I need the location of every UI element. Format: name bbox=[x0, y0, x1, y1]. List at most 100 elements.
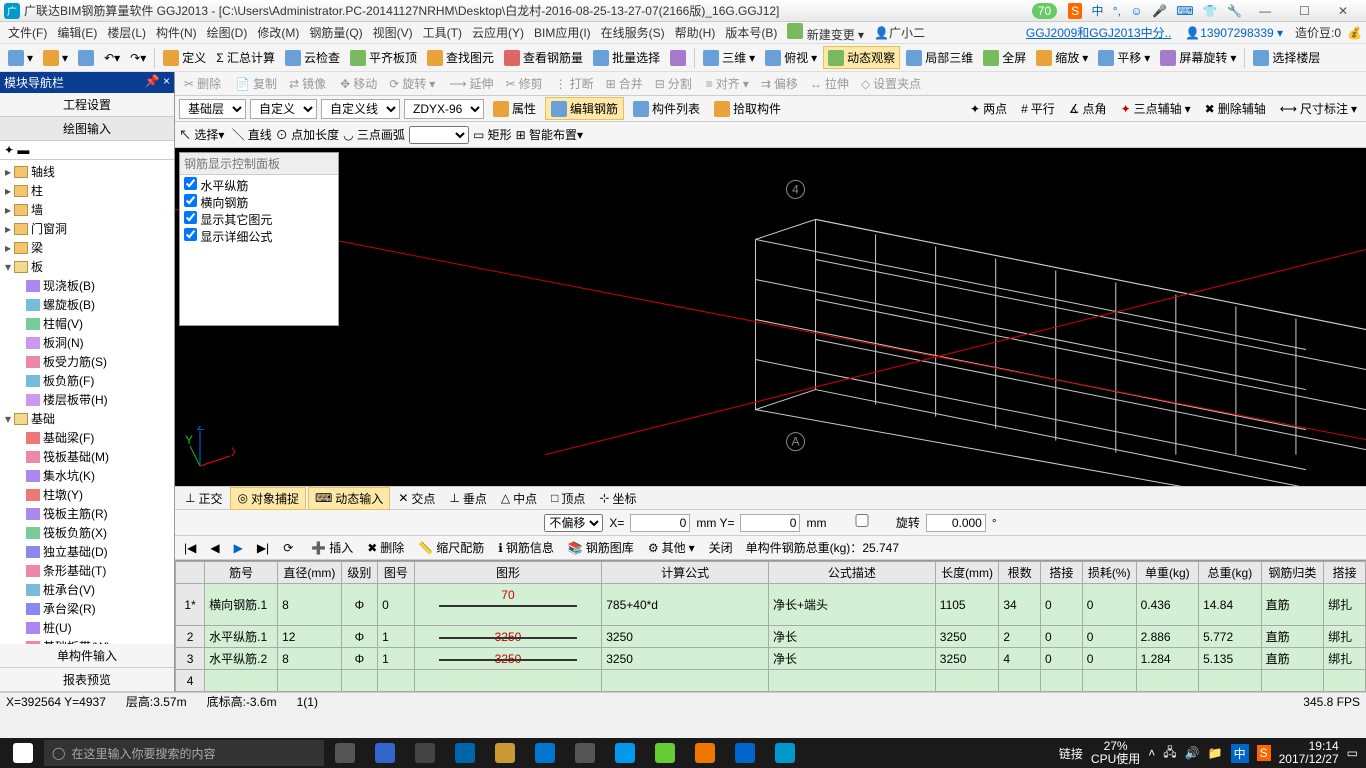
stretch-button[interactable]: ↔ 拉伸 bbox=[805, 73, 854, 94]
user-phone[interactable]: 👤13907298339 ▾ bbox=[1185, 26, 1283, 40]
task-app9[interactable] bbox=[686, 738, 724, 768]
cloud-check-button[interactable]: 云检查 bbox=[281, 47, 344, 68]
help-link[interactable]: GGJ2009和GGJ2013中分.. bbox=[1026, 24, 1171, 41]
close-table-button[interactable]: 关闭 bbox=[704, 537, 738, 558]
tree-node[interactable]: ▸轴线 bbox=[2, 162, 172, 181]
menu-bim[interactable]: BIM应用(I) bbox=[530, 22, 595, 43]
task-app3[interactable] bbox=[446, 738, 484, 768]
perp-button[interactable]: ⊥ 垂点 bbox=[443, 488, 492, 509]
cell-len[interactable]: 3250 bbox=[935, 648, 999, 670]
menu-online[interactable]: 在线服务(S) bbox=[597, 22, 669, 43]
tree-node[interactable]: 集水坑(K) bbox=[2, 466, 172, 485]
scale-rebar-button[interactable]: 📏 缩尺配筋 bbox=[413, 537, 489, 558]
tree-node[interactable]: 柱帽(V) bbox=[2, 314, 172, 333]
cell-cnt[interactable]: 34 bbox=[999, 584, 1041, 626]
break-button[interactable]: ⋮ 打断 bbox=[550, 73, 599, 94]
task-app1[interactable] bbox=[366, 738, 404, 768]
tree-node[interactable]: ▸柱 bbox=[2, 181, 172, 200]
cell-dia[interactable]: 8 bbox=[278, 584, 342, 626]
line-button[interactable]: ╲ 直线 bbox=[232, 126, 271, 143]
define-button[interactable]: 定义 bbox=[159, 47, 210, 68]
cell-uw[interactable]: 2.886 bbox=[1136, 626, 1199, 648]
cell-formula[interactable]: 3250 bbox=[602, 648, 769, 670]
cell-uw[interactable]: 1.284 bbox=[1136, 648, 1199, 670]
tab-draw-input[interactable]: 绘图输入 bbox=[0, 117, 174, 141]
flat-top-button[interactable]: 平齐板顶 bbox=[346, 47, 421, 68]
cell-tw[interactable]: 5.772 bbox=[1199, 626, 1262, 648]
cell-cnt[interactable]: 2 bbox=[999, 626, 1041, 648]
select-button[interactable]: ↖ 选择▾ bbox=[179, 126, 224, 143]
mirror-button[interactable]: ⇄ 镜像 bbox=[284, 73, 331, 94]
user-small[interactable]: 👤广小二 bbox=[870, 22, 929, 43]
tray-notifications-icon[interactable]: ▭ bbox=[1347, 746, 1358, 760]
menu-floor[interactable]: 楼层(L) bbox=[103, 22, 150, 43]
grid-header[interactable]: 图号 bbox=[378, 562, 414, 584]
grid-header[interactable]: 搭接 bbox=[1324, 562, 1366, 584]
opt-trans[interactable]: 横向钢筋 bbox=[184, 194, 334, 211]
cell-dia[interactable]: 12 bbox=[278, 626, 342, 648]
taskview-button[interactable] bbox=[326, 738, 364, 768]
tree-node[interactable]: 基础板带(W) bbox=[2, 637, 172, 644]
cell-dia[interactable]: 8 bbox=[278, 648, 342, 670]
cell-tw[interactable]: 5.135 bbox=[1199, 648, 1262, 670]
edit-rebar-button[interactable]: 编辑钢筋 bbox=[545, 97, 624, 120]
opt-formula[interactable]: 显示详细公式 bbox=[184, 228, 334, 245]
dimension-button[interactable]: ⟷ 尺寸标注▾ bbox=[1275, 98, 1362, 119]
move-button[interactable]: ✥ 移动 bbox=[335, 73, 382, 94]
osnap-button[interactable]: ◎ 对象捕捉 bbox=[230, 487, 306, 510]
task-app8[interactable] bbox=[646, 738, 684, 768]
cell-lvl[interactable]: Φ bbox=[341, 626, 377, 648]
save-button[interactable] bbox=[74, 48, 98, 68]
arc-button[interactable]: ◡ 三点画弧 bbox=[343, 126, 405, 143]
cell-name[interactable]: 水平纵筋.2 bbox=[205, 648, 278, 670]
grid-header[interactable]: 直径(mm) bbox=[278, 562, 342, 584]
tree-node[interactable]: 柱墩(Y) bbox=[2, 485, 172, 504]
nav-next-button[interactable]: ▶ bbox=[229, 539, 248, 557]
grid-header[interactable]: 根数 bbox=[999, 562, 1041, 584]
menu-rebar[interactable]: 钢筋量(Q) bbox=[305, 22, 366, 43]
windows-search[interactable]: ◯ 在这里输入你要搜索的内容 bbox=[44, 740, 324, 766]
cell-lvl[interactable]: Φ bbox=[341, 584, 377, 626]
grip-button[interactable]: ◇ 设置夹点 bbox=[856, 73, 926, 94]
menu-cloud[interactable]: 云应用(Y) bbox=[468, 22, 528, 43]
rotate-check[interactable]: 旋转 bbox=[832, 514, 919, 531]
ime-skin-icon[interactable]: 👕 bbox=[1203, 4, 1218, 18]
grid-header[interactable]: 级别 bbox=[341, 562, 377, 584]
color-button[interactable] bbox=[666, 48, 690, 68]
sum-button[interactable]: Σ 汇总计算 bbox=[212, 47, 279, 68]
del-aux-button[interactable]: ✖ 删除辅轴 bbox=[1200, 98, 1271, 119]
rebar-lib-button[interactable]: 📚 钢筋图库 bbox=[563, 537, 639, 558]
cell-fig[interactable]: 0 bbox=[378, 584, 414, 626]
ime-punct-icon[interactable]: °, bbox=[1113, 4, 1121, 18]
task-app11[interactable] bbox=[766, 738, 804, 768]
ime-smiley-icon[interactable]: ☺ bbox=[1130, 4, 1142, 18]
cell-loss[interactable]: 0 bbox=[1082, 648, 1136, 670]
point-angle-button[interactable]: ∡ 点角 bbox=[1064, 98, 1112, 119]
cell-lp[interactable]: 绑扎 bbox=[1324, 584, 1366, 626]
collapse-icon[interactable]: ▬ bbox=[17, 143, 29, 157]
other-button[interactable]: ⚙ 其他▾ bbox=[643, 537, 700, 558]
row-num[interactable]: 3 bbox=[176, 648, 205, 670]
grid-header[interactable]: 单重(kg) bbox=[1136, 562, 1199, 584]
cell-shape[interactable]: 70 bbox=[414, 584, 602, 626]
menu-tool[interactable]: 工具(T) bbox=[419, 22, 466, 43]
top-point-button[interactable]: □ 顶点 bbox=[545, 488, 591, 509]
tree-node[interactable]: ▸门窗洞 bbox=[2, 219, 172, 238]
grid-header[interactable]: 搭接 bbox=[1041, 562, 1083, 584]
grid-header[interactable]: 总重(kg) bbox=[1199, 562, 1262, 584]
cell-desc[interactable]: 净长 bbox=[769, 648, 936, 670]
offset-button[interactable]: ⇉ 偏移 bbox=[756, 73, 803, 94]
topview-button[interactable]: 俯视▾ bbox=[761, 47, 821, 68]
cell-fig[interactable]: 1 bbox=[378, 626, 414, 648]
refresh-button[interactable]: ⟳ bbox=[278, 539, 298, 557]
redo-button[interactable]: ↷▾ bbox=[126, 49, 150, 67]
ortho-button[interactable]: ⊥ 正交 bbox=[179, 488, 228, 509]
grid-header[interactable]: 筋号 bbox=[205, 562, 278, 584]
undo-button[interactable]: ↶▾ bbox=[100, 49, 124, 67]
pan-button[interactable]: 平移▾ bbox=[1094, 47, 1154, 68]
grid-header[interactable] bbox=[176, 562, 205, 584]
menu-modify[interactable]: 修改(M) bbox=[253, 22, 303, 43]
cell-lap[interactable]: 0 bbox=[1041, 626, 1083, 648]
tree-node[interactable]: 筏板主筋(R) bbox=[2, 504, 172, 523]
parallel-button[interactable]: # 平行 bbox=[1016, 98, 1060, 119]
